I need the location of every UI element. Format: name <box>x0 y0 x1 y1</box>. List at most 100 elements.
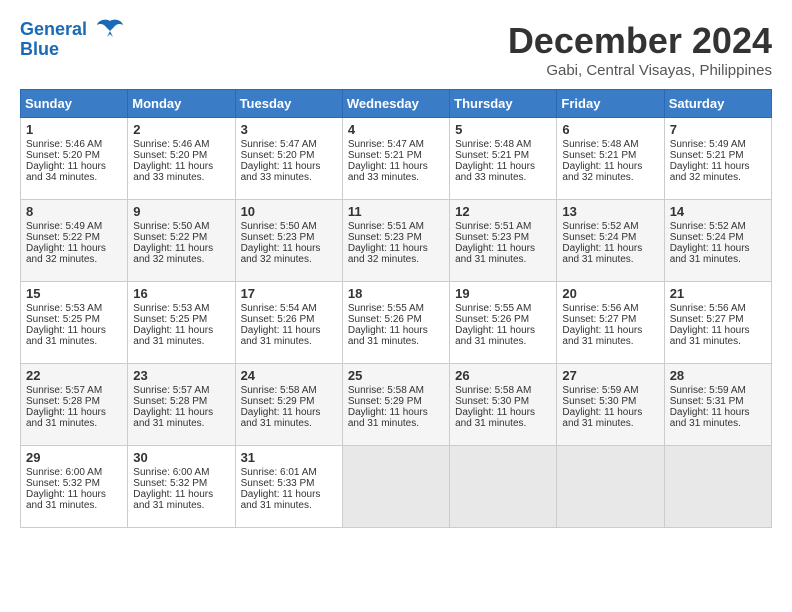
calendar-cell: 3Sunrise: 5:47 AMSunset: 5:20 PMDaylight… <box>235 118 342 200</box>
calendar-cell: 27 Sunrise: 5:59 AMSunset: 5:30 PMDayligh… <box>557 364 664 446</box>
sunset-line: Sunset: 5:24 PM <box>670 232 766 243</box>
calendar-cell: 30Sunrise: 6:00 AMSunset: 5:32 PMDayligh… <box>128 446 235 528</box>
sunrise-line: Sunrise: 6:01 AM <box>241 467 337 478</box>
day-number: 29 <box>26 450 122 465</box>
sunrise-line: Sunrise: 5:55 AM <box>455 303 551 314</box>
sunset-line: Sunset: 5:29 PM <box>241 396 337 407</box>
calendar-cell: 4Sunrise: 5:47 AMSunset: 5:21 PMDaylight… <box>342 118 449 200</box>
sunset-line: Sunset: 5:29 PM <box>348 396 444 407</box>
sunrise-line: Sunrise: 5:49 AM <box>670 139 766 150</box>
sunrise-line: Sunrise: 5:47 AM <box>348 139 444 150</box>
sunset-line: Sunset: 5:23 PM <box>241 232 337 243</box>
sunrise-line: Sunrise: 5:57 AM <box>133 385 229 396</box>
sunset-line: Sunset: 5:30 PM <box>562 396 658 407</box>
sunrise-line: Sunrise: 5:53 AM <box>133 303 229 314</box>
calendar-cell: 9Sunrise: 5:50 AMSunset: 5:22 PMDaylight… <box>128 200 235 282</box>
day-number: 24 <box>241 368 337 383</box>
sunrise-line: Sunrise: 5:58 AM <box>348 385 444 396</box>
sunrise-line: Sunrise: 5:51 AM <box>348 221 444 232</box>
sunrise-line: Sunrise: 6:00 AM <box>133 467 229 478</box>
daylight-line: Daylight: 11 hours and 31 minutes. <box>241 407 337 429</box>
calendar-table: SundayMondayTuesdayWednesdayThursdayFrid… <box>20 89 772 528</box>
daylight-line: Daylight: 11 hours and 31 minutes. <box>670 407 766 429</box>
day-number: 25 <box>348 368 444 383</box>
column-header-friday: Friday <box>557 90 664 118</box>
daylight-line: Daylight: 11 hours and 31 minutes. <box>26 407 122 429</box>
column-header-tuesday: Tuesday <box>235 90 342 118</box>
daylight-line: Daylight: 11 hours and 33 minutes. <box>455 161 551 183</box>
sunrise-line: Sunrise: 6:00 AM <box>26 467 122 478</box>
sunset-line: Sunset: 5:27 PM <box>670 314 766 325</box>
sunrise-line: Sunrise: 5:50 AM <box>133 221 229 232</box>
daylight-line: Daylight: 11 hours and 31 minutes. <box>26 325 122 347</box>
sunset-line: Sunset: 5:23 PM <box>455 232 551 243</box>
daylight-line: Daylight: 11 hours and 31 minutes. <box>133 407 229 429</box>
page-header: General Blue December 2024 Gabi, Central… <box>20 20 772 79</box>
column-header-sunday: Sunday <box>21 90 128 118</box>
daylight-line: Daylight: 11 hours and 33 minutes. <box>133 161 229 183</box>
day-number: 30 <box>133 450 229 465</box>
sunset-line: Sunset: 5:26 PM <box>241 314 337 325</box>
calendar-cell: 7Sunrise: 5:49 AMSunset: 5:21 PMDaylight… <box>664 118 771 200</box>
sunrise-line: Sunrise: 5:50 AM <box>241 221 337 232</box>
sunset-line: Sunset: 5:22 PM <box>133 232 229 243</box>
column-header-saturday: Saturday <box>664 90 771 118</box>
day-number: 8 <box>26 204 122 219</box>
calendar-cell: 14Sunrise: 5:52 AMSunset: 5:24 PMDayligh… <box>664 200 771 282</box>
day-number: 14 <box>670 204 766 219</box>
sunset-line: Sunset: 5:31 PM <box>670 396 766 407</box>
calendar-cell: 22Sunrise: 5:57 AMSunset: 5:28 PMDayligh… <box>21 364 128 446</box>
day-number: 1 <box>26 122 122 137</box>
day-number: 23 <box>133 368 229 383</box>
calendar-cell: 17Sunrise: 5:54 AMSunset: 5:26 PMDayligh… <box>235 282 342 364</box>
calendar-cell <box>342 446 449 528</box>
calendar-week-4: 22Sunrise: 5:57 AMSunset: 5:28 PMDayligh… <box>21 364 772 446</box>
daylight-line: Daylight: 11 hours and 31 minutes. <box>133 325 229 347</box>
sunrise-line: Sunrise: 5:46 AM <box>133 139 229 150</box>
column-header-thursday: Thursday <box>450 90 557 118</box>
sunrise-line: Sunrise: 5:52 AM <box>562 221 658 232</box>
day-number: 20 <box>562 286 658 301</box>
sunset-line: Sunset: 5:32 PM <box>26 478 122 489</box>
sunrise-line: Sunrise: 5:47 AM <box>241 139 337 150</box>
day-number: 27 <box>562 368 658 383</box>
calendar-cell: 26Sunrise: 5:58 AMSunset: 5:30 PMDayligh… <box>450 364 557 446</box>
sunset-line: Sunset: 5:33 PM <box>241 478 337 489</box>
sunrise-line: Sunrise: 5:51 AM <box>455 221 551 232</box>
column-header-wednesday: Wednesday <box>342 90 449 118</box>
location-subtitle: Gabi, Central Visayas, Philippines <box>508 62 772 79</box>
daylight-line: Daylight: 11 hours and 32 minutes. <box>562 161 658 183</box>
sunset-line: Sunset: 5:20 PM <box>26 150 122 161</box>
sunrise-line: Sunrise: 5:59 AM <box>562 385 658 396</box>
sunrise-line: Sunrise: 5:56 AM <box>562 303 658 314</box>
month-year-title: December 2024 <box>508 20 772 62</box>
daylight-line: Daylight: 11 hours and 32 minutes. <box>241 243 337 265</box>
title-block: December 2024 Gabi, Central Visayas, Phi… <box>508 20 772 79</box>
day-number: 15 <box>26 286 122 301</box>
daylight-line: Daylight: 11 hours and 31 minutes. <box>26 489 122 511</box>
daylight-line: Daylight: 11 hours and 31 minutes. <box>562 325 658 347</box>
sunset-line: Sunset: 5:25 PM <box>133 314 229 325</box>
sunrise-line: Sunrise: 5:54 AM <box>241 303 337 314</box>
calendar-cell: 15Sunrise: 5:53 AMSunset: 5:25 PMDayligh… <box>21 282 128 364</box>
daylight-line: Daylight: 11 hours and 31 minutes. <box>562 407 658 429</box>
logo: General Blue <box>20 20 124 60</box>
daylight-line: Daylight: 11 hours and 34 minutes. <box>26 161 122 183</box>
daylight-line: Daylight: 11 hours and 31 minutes. <box>455 325 551 347</box>
daylight-line: Daylight: 11 hours and 32 minutes. <box>133 243 229 265</box>
sunset-line: Sunset: 5:27 PM <box>562 314 658 325</box>
sunset-line: Sunset: 5:20 PM <box>241 150 337 161</box>
day-number: 13 <box>562 204 658 219</box>
calendar-week-2: 8Sunrise: 5:49 AMSunset: 5:22 PMDaylight… <box>21 200 772 282</box>
sunrise-line: Sunrise: 5:55 AM <box>348 303 444 314</box>
day-number: 12 <box>455 204 551 219</box>
calendar-cell: 5Sunrise: 5:48 AMSunset: 5:21 PMDaylight… <box>450 118 557 200</box>
day-number: 4 <box>348 122 444 137</box>
sunset-line: Sunset: 5:28 PM <box>26 396 122 407</box>
daylight-line: Daylight: 11 hours and 31 minutes. <box>241 325 337 347</box>
calendar-cell: 31Sunrise: 6:01 AMSunset: 5:33 PMDayligh… <box>235 446 342 528</box>
sunset-line: Sunset: 5:32 PM <box>133 478 229 489</box>
daylight-line: Daylight: 11 hours and 31 minutes. <box>670 243 766 265</box>
sunrise-line: Sunrise: 5:59 AM <box>670 385 766 396</box>
daylight-line: Daylight: 11 hours and 32 minutes. <box>26 243 122 265</box>
